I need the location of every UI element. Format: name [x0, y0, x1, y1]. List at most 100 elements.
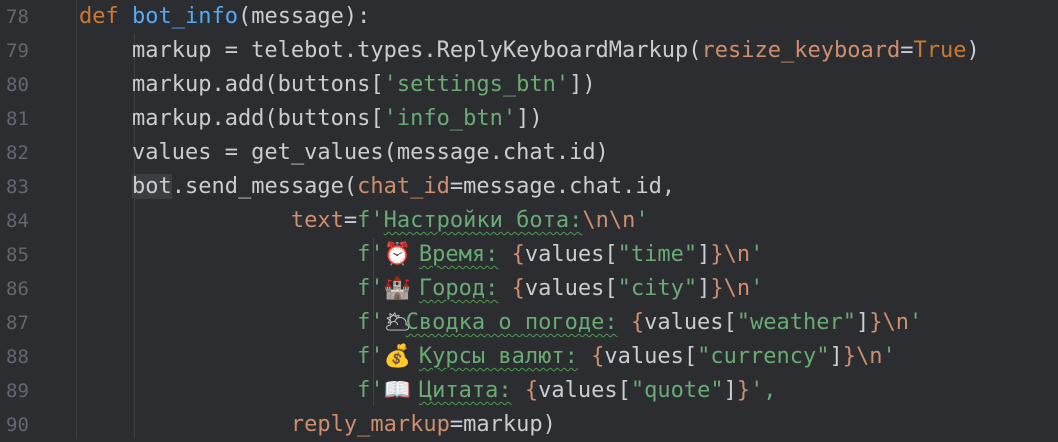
- code-token: markup = telebot.types.ReplyKeyboardMark…: [79, 38, 702, 63]
- code-token: =message.chat.id,: [449, 174, 676, 199]
- string-literal: "quote": [630, 378, 724, 403]
- code-line-88[interactable]: f'💰 Курсы валют: {values["currency"]}\n': [79, 340, 896, 374]
- brace-open: {: [630, 310, 645, 335]
- code-line-84[interactable]: text=f'Настройки бота:\n\n': [79, 204, 649, 238]
- escape-sequence: \n: [856, 344, 883, 369]
- code-token: values[: [524, 242, 618, 267]
- code-editor[interactable]: 78 79 80 81 82 83 84 85 86 87 88 89 90 d…: [0, 0, 1058, 439]
- brace-open: {: [511, 276, 525, 301]
- string-literal: "time": [617, 242, 698, 267]
- string-quote: ': [882, 344, 896, 369]
- string-quote: ',: [750, 378, 777, 403]
- string-literal: "city": [617, 276, 698, 301]
- escape-sequence: \n\n: [582, 208, 636, 233]
- string-prefix: f': [357, 276, 384, 301]
- highlighted-identifier: bot: [131, 174, 172, 199]
- brace-open: {: [591, 344, 605, 369]
- parameter-name: chat_id: [357, 174, 450, 199]
- code-line-79[interactable]: markup = telebot.types.ReplyKeyboardMark…: [79, 34, 980, 68]
- string-text: Цитата:: [418, 378, 512, 403]
- keyword-true: True: [913, 38, 967, 63]
- line-number: 88: [6, 346, 29, 368]
- code-line-80[interactable]: markup.add(buttons['settings_btn']): [79, 68, 596, 102]
- string-text: Курсы валют:: [418, 344, 578, 369]
- string-prefix: f': [357, 242, 384, 267]
- code-line-83[interactable]: bot.send_message(chat_id=message.chat.id…: [79, 170, 675, 204]
- code-token: ]: [723, 378, 737, 403]
- alarm-clock-icon: ⏰: [383, 242, 412, 267]
- string-literal: "weather": [736, 310, 857, 335]
- code-line-81[interactable]: markup.add(buttons['info_btn']): [79, 102, 543, 136]
- code-line-89[interactable]: f'📖 Цитата: {values["quote"]}',: [79, 374, 777, 408]
- parameter-name: text: [290, 208, 344, 233]
- string-text: Время:: [418, 242, 499, 267]
- line-number: 90: [6, 414, 29, 436]
- gutter-separator: [76, 0, 77, 439]
- code-line-85[interactable]: f'⏰ Время: {values["time"]}\n': [79, 238, 763, 272]
- string-text: Сводка о погоде:: [405, 310, 618, 335]
- escape-sequence: \n: [723, 242, 751, 267]
- line-number: 80: [6, 74, 29, 96]
- code-line-87[interactable]: f'🌥Сводка о погоде: {values["weather"]}\…: [79, 306, 922, 340]
- string-literal: 'info_btn': [383, 106, 517, 131]
- code-token: ): [966, 38, 980, 63]
- string-quote: ': [635, 208, 649, 233]
- code-token: markup.add(buttons[: [79, 106, 384, 131]
- string-prefix: f': [357, 378, 384, 403]
- parameter-name: reply_markup: [290, 412, 450, 437]
- code-token: ]: [697, 276, 711, 301]
- code-token: ]: [856, 310, 870, 335]
- function-name: bot_info: [131, 4, 238, 29]
- string-prefix: f': [357, 310, 384, 335]
- keyword-def: def: [79, 4, 132, 29]
- line-number: 84: [6, 210, 29, 232]
- parameter-name: resize_keyboard: [701, 38, 901, 63]
- code-token: =: [343, 208, 358, 233]
- line-number: 82: [6, 142, 29, 164]
- line-number: 86: [6, 278, 29, 300]
- money-bag-icon: 💰: [383, 344, 412, 369]
- code-token: values[: [524, 276, 618, 301]
- line-number: 87: [6, 312, 29, 334]
- brace-close: }: [869, 310, 883, 335]
- escape-sequence: \n: [723, 276, 751, 301]
- code-line-82[interactable]: values = get_values(message.chat.id): [79, 136, 609, 170]
- code-line-90[interactable]: reply_markup=markup): [79, 408, 556, 442]
- brace-close: }: [736, 378, 751, 403]
- escape-sequence: \n: [882, 310, 910, 335]
- brace-close: }: [710, 242, 724, 267]
- brace-close: }: [842, 344, 857, 369]
- string-quote: ': [750, 276, 764, 301]
- line-number: 79: [6, 40, 29, 62]
- code-token: ]): [516, 106, 543, 131]
- cloud-sun-icon: 🌥: [383, 310, 412, 335]
- code-line-86[interactable]: f'🏰 Город: {values["city"]}\n': [79, 272, 763, 306]
- string-text: Город:: [418, 276, 499, 301]
- string-text: Настройки бота:: [383, 208, 583, 233]
- code-token: markup.add(buttons[: [79, 72, 384, 97]
- code-token: =: [900, 38, 914, 63]
- code-token: values = get_values(message.chat.id): [79, 140, 609, 165]
- string-quote: ': [909, 310, 923, 335]
- code-token: ]): [569, 72, 596, 97]
- line-number: 89: [6, 380, 29, 402]
- brace-open: {: [524, 378, 539, 403]
- code-token: .send_message(: [171, 174, 358, 199]
- code-line-78[interactable]: def bot_info(message):: [79, 0, 370, 34]
- code-token: values[: [644, 310, 737, 335]
